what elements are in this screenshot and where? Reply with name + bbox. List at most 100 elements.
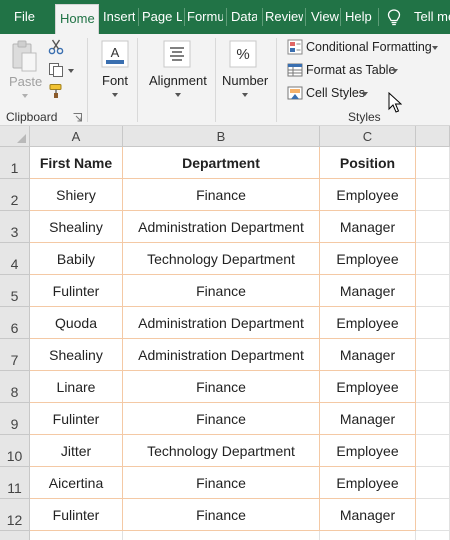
format-as-table-dropdown-icon[interactable] <box>392 69 398 73</box>
empty-cell[interactable] <box>30 531 123 540</box>
column-header-c[interactable]: C <box>320 126 416 147</box>
alignment-dropdown-icon[interactable] <box>175 93 181 97</box>
row-header[interactable] <box>0 531 30 540</box>
conditional-formatting-button[interactable]: Conditional Formatting <box>306 40 432 54</box>
row-header[interactable]: 4 <box>0 243 30 275</box>
row-header[interactable]: 6 <box>0 307 30 339</box>
number-label[interactable]: Number <box>222 73 268 88</box>
table-cell[interactable]: Finance <box>123 467 320 499</box>
empty-cell[interactable] <box>416 307 450 339</box>
table-cell[interactable]: Administration Department <box>123 307 320 339</box>
row-header[interactable]: 9 <box>0 403 30 435</box>
row-header[interactable]: 3 <box>0 211 30 243</box>
cell-styles-button[interactable]: Cell Styles <box>306 86 365 100</box>
table-cell[interactable]: Finance <box>123 499 320 531</box>
format-as-table-button[interactable]: Format as Table <box>306 63 395 77</box>
empty-cell[interactable] <box>416 243 450 275</box>
table-cell[interactable]: Employee <box>320 371 416 403</box>
table-cell[interactable]: Fulinter <box>30 403 123 435</box>
lightbulb-icon[interactable] <box>387 9 401 26</box>
row-header[interactable]: 2 <box>0 179 30 211</box>
empty-cell[interactable] <box>416 371 450 403</box>
empty-cell[interactable] <box>416 275 450 307</box>
table-cell[interactable]: Employee <box>320 307 416 339</box>
table-cell[interactable]: Finance <box>123 179 320 211</box>
font-label[interactable]: Font <box>102 73 128 88</box>
row-header[interactable]: 5 <box>0 275 30 307</box>
table-cell[interactable]: Finance <box>123 403 320 435</box>
table-cell[interactable]: Aicertina <box>30 467 123 499</box>
format-as-table-icon[interactable] <box>287 62 303 78</box>
empty-cell[interactable] <box>320 531 416 540</box>
table-cell[interactable]: Administration Department <box>123 339 320 371</box>
tab-insert[interactable]: Insert <box>103 0 135 34</box>
copy-icon[interactable] <box>48 62 64 78</box>
conditional-formatting-dropdown-icon[interactable] <box>432 46 438 50</box>
row-header[interactable]: 12 <box>0 499 30 531</box>
empty-cell[interactable] <box>123 531 320 540</box>
table-cell[interactable]: Linare <box>30 371 123 403</box>
table-cell[interactable]: Manager <box>320 403 416 435</box>
table-cell[interactable]: Technology Department <box>123 243 320 275</box>
tab-page-layout[interactable]: Page L <box>142 0 182 34</box>
table-cell[interactable]: Babily <box>30 243 123 275</box>
tab-formulas[interactable]: Formu <box>187 0 223 34</box>
table-cell[interactable]: Shealiny <box>30 339 123 371</box>
row-header[interactable]: 10 <box>0 435 30 467</box>
empty-cell[interactable] <box>416 467 450 499</box>
dialog-launcher-icon[interactable] <box>73 113 82 122</box>
table-cell[interactable]: Quoda <box>30 307 123 339</box>
row-header[interactable]: 1 <box>0 147 30 179</box>
font-dropdown-icon[interactable] <box>112 93 118 97</box>
column-header-b[interactable]: B <box>123 126 320 147</box>
empty-cell[interactable] <box>416 211 450 243</box>
table-cell[interactable]: Shiery <box>30 179 123 211</box>
row-header[interactable]: 11 <box>0 467 30 499</box>
table-cell[interactable]: Employee <box>320 435 416 467</box>
tell-me-search[interactable]: Tell me <box>414 0 450 34</box>
table-cell[interactable]: Shealiny <box>30 211 123 243</box>
select-all-button[interactable] <box>0 126 30 147</box>
cell-styles-icon[interactable] <box>287 85 303 101</box>
alignment-label[interactable]: Alignment <box>149 73 207 88</box>
cell-styles-dropdown-icon[interactable] <box>362 92 368 96</box>
row-header[interactable]: 7 <box>0 339 30 371</box>
table-cell[interactable]: Manager <box>320 499 416 531</box>
empty-cell[interactable] <box>416 435 450 467</box>
table-cell[interactable]: Manager <box>320 275 416 307</box>
table-cell[interactable]: Administration Department <box>123 211 320 243</box>
table-header-cell[interactable]: First Name <box>30 147 123 179</box>
table-cell[interactable]: Finance <box>123 371 320 403</box>
table-cell[interactable]: Fulinter <box>30 275 123 307</box>
empty-cell[interactable] <box>416 403 450 435</box>
empty-cell[interactable] <box>416 179 450 211</box>
font-icon[interactable]: A <box>101 40 129 68</box>
table-cell[interactable]: Employee <box>320 179 416 211</box>
empty-cell[interactable] <box>416 499 450 531</box>
tab-view[interactable]: View <box>311 0 339 34</box>
table-cell[interactable]: Technology Department <box>123 435 320 467</box>
cut-icon[interactable] <box>48 39 64 55</box>
table-cell[interactable]: Fulinter <box>30 499 123 531</box>
table-cell[interactable]: Finance <box>123 275 320 307</box>
tab-help[interactable]: Help <box>345 0 373 34</box>
table-cell[interactable]: Employee <box>320 243 416 275</box>
empty-cell[interactable] <box>416 147 450 179</box>
row-header[interactable]: 8 <box>0 371 30 403</box>
table-header-cell[interactable]: Department <box>123 147 320 179</box>
copy-dropdown-icon[interactable] <box>68 69 74 73</box>
table-cell[interactable]: Manager <box>320 339 416 371</box>
conditional-formatting-icon[interactable] <box>287 39 303 55</box>
table-cell[interactable]: Employee <box>320 467 416 499</box>
alignment-icon[interactable] <box>163 40 191 68</box>
tab-file[interactable]: File <box>14 0 36 34</box>
percent-icon[interactable]: % <box>229 40 257 68</box>
empty-cell[interactable] <box>416 339 450 371</box>
format-painter-icon[interactable] <box>48 83 64 99</box>
tab-data[interactable]: Data <box>231 0 257 34</box>
table-cell[interactable]: Jitter <box>30 435 123 467</box>
empty-cell[interactable] <box>416 531 450 540</box>
tab-home[interactable]: Home <box>55 4 99 34</box>
paste-label[interactable]: Paste <box>9 74 42 89</box>
table-cell[interactable]: Manager <box>320 211 416 243</box>
